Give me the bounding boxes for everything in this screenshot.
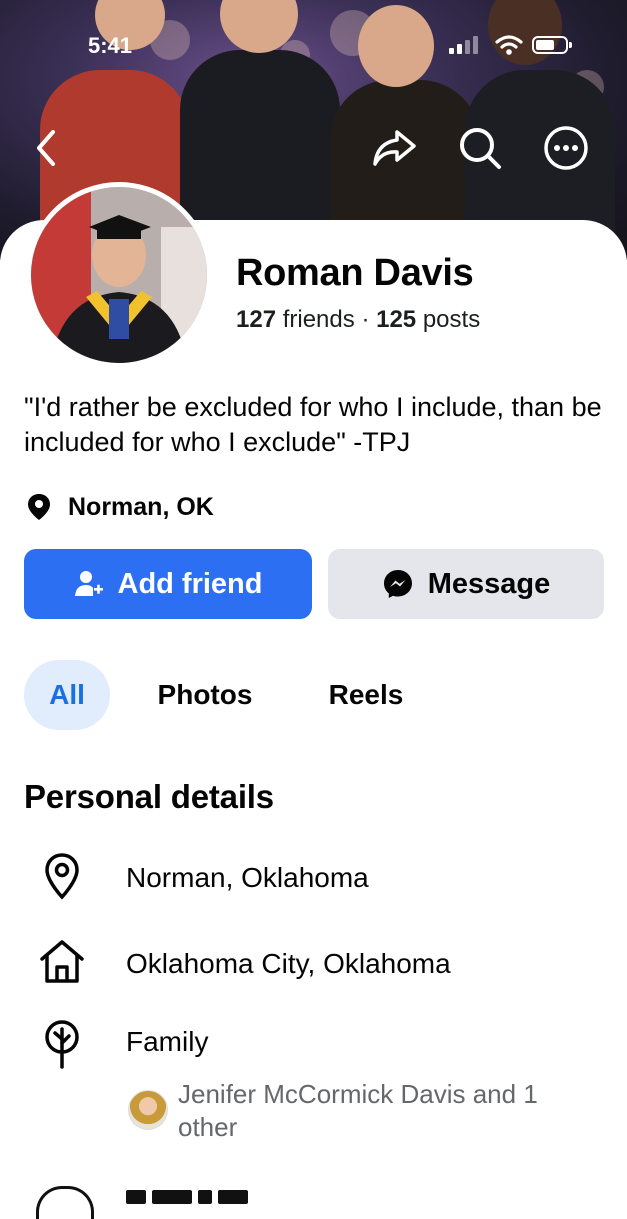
stats-separator: ·	[361, 306, 370, 333]
share-button[interactable]	[370, 124, 418, 172]
cellular-signal-icon	[449, 36, 478, 54]
friends-count[interactable]: 127	[236, 306, 276, 333]
home-icon	[38, 938, 86, 986]
search-icon	[460, 128, 501, 169]
status-time: 5:41	[88, 33, 133, 58]
detail-row-current-city[interactable]: Norman, Oklahoma	[0, 852, 627, 904]
more-icon	[544, 126, 588, 170]
hometown-text: Oklahoma City, Oklahoma	[126, 948, 451, 979]
tab-photos[interactable]: Photos	[140, 660, 270, 730]
message-label: Message	[427, 567, 551, 600]
family-members[interactable]: Jenifer McCormick Davis and 1 other	[128, 1078, 578, 1144]
battery-icon	[532, 36, 572, 54]
family-tree-icon	[38, 1020, 86, 1069]
map-pin-icon	[38, 852, 86, 900]
detail-row-hometown[interactable]: Oklahoma City, Oklahoma	[0, 938, 627, 990]
location-pin-icon	[28, 494, 50, 520]
more-options-button[interactable]	[542, 124, 590, 172]
family-text: Family	[126, 1026, 209, 1057]
chevron-left-icon	[37, 130, 55, 166]
add-person-icon	[74, 571, 103, 596]
add-friend-label: Add friend	[117, 567, 263, 600]
add-friend-button[interactable]: Add friend	[24, 549, 312, 619]
cover-person-head	[358, 5, 434, 87]
profile-avatar[interactable]	[26, 182, 212, 368]
family-members-text: Jenifer McCormick Davis and 1 other	[178, 1079, 538, 1142]
search-button[interactable]	[456, 124, 504, 172]
graduate-photo	[31, 187, 207, 363]
section-title-personal-details: Personal details	[24, 778, 274, 815]
profile-bio: "I'd rather be excluded for who I includ…	[24, 392, 602, 457]
profile-name: Roman Davis	[236, 252, 474, 294]
tab-reels[interactable]: Reels	[312, 660, 420, 730]
posts-label: posts	[422, 306, 481, 333]
message-button[interactable]: Message	[328, 549, 604, 619]
profile-location: Norman, OK	[24, 492, 214, 522]
current-city-text: Norman, Oklahoma	[126, 862, 369, 893]
back-button[interactable]	[22, 124, 70, 172]
cut-off-detail-text	[126, 1190, 286, 1204]
friends-label[interactable]: friends	[283, 306, 355, 333]
tab-all[interactable]: All	[24, 660, 110, 730]
wifi-icon	[495, 35, 523, 55]
profile-stats: 127 friends · 125 posts	[236, 306, 480, 334]
family-member-avatar	[128, 1090, 168, 1130]
posts-count: 125	[376, 306, 417, 333]
messenger-icon	[383, 570, 412, 598]
share-arrow-icon	[373, 130, 416, 166]
detail-row-family[interactable]: Family	[0, 1020, 627, 1072]
location-text: Norman, OK	[68, 492, 214, 521]
